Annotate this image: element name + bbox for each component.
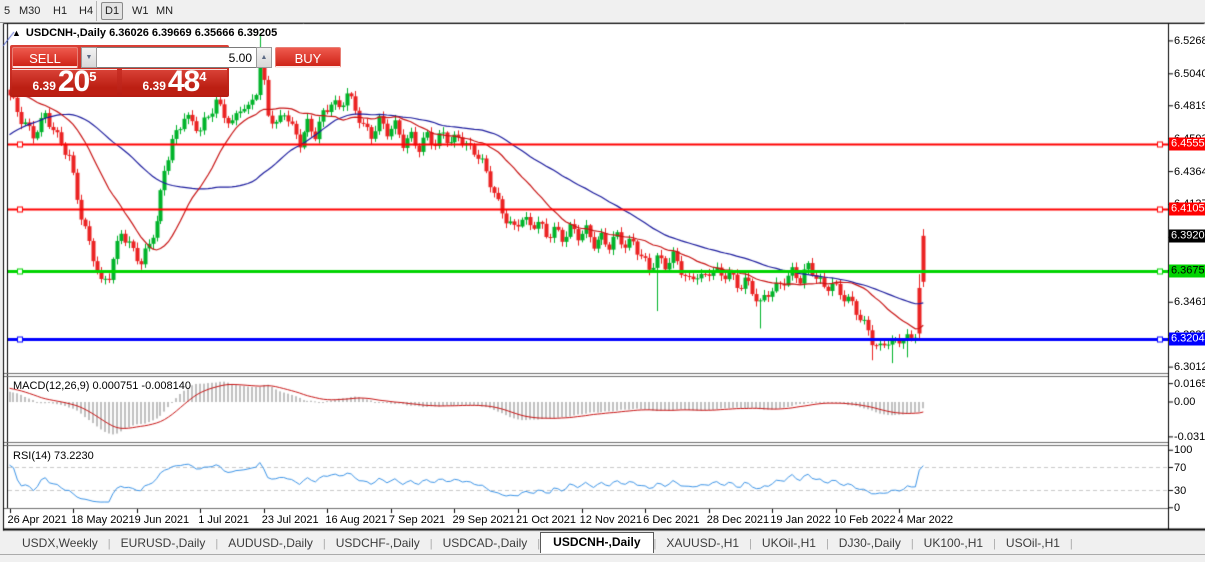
chart-title: ▲ USDCNH-,Daily 6.36026 6.39669 6.35666 6… bbox=[12, 27, 277, 39]
tab-usdchf-daily[interactable]: USDCHF-,Daily bbox=[326, 534, 430, 553]
price-axis-tick: 6.30125 bbox=[1174, 361, 1205, 374]
tab-ukoil-h1[interactable]: UKOil-,H1 bbox=[752, 534, 826, 553]
price-axis-tick: 6.34610 bbox=[1174, 296, 1205, 309]
price-axis-tick: 6.50405 bbox=[1174, 67, 1205, 80]
timeframe-button-w1[interactable]: W1 bbox=[129, 3, 152, 19]
macd-label: MACD(12,26,9) 0.000751 -0.008140 bbox=[13, 380, 191, 392]
rsi-axis-tick: 100 bbox=[1174, 444, 1193, 457]
tab-usoil-h1[interactable]: USOil-,H1 bbox=[996, 534, 1070, 553]
date-axis-label: 26 Apr 2021 bbox=[7, 514, 67, 526]
sell-price-sup: 5 bbox=[89, 69, 97, 84]
timeframe-button-h1[interactable]: H1 bbox=[50, 3, 70, 19]
chart-ohlc-values: 6.36026 6.39669 6.35666 6.39205 bbox=[109, 27, 278, 39]
date-axis-label: 16 Aug 2021 bbox=[325, 514, 388, 526]
tab-audusd-daily[interactable]: AUDUSD-,Daily bbox=[218, 534, 323, 553]
macd-axis-tick: -0.03142 bbox=[1174, 430, 1205, 443]
timeframe-button-5[interactable]: 5 bbox=[1, 3, 13, 19]
volume-increase-button[interactable]: ▲ bbox=[256, 47, 272, 68]
level-price-label: 6.45555 bbox=[1169, 137, 1205, 151]
price-axis-tick: 6.52680 bbox=[1174, 34, 1205, 47]
sell-price-big: 20 bbox=[57, 65, 90, 98]
timeframe-button-m30[interactable]: M30 bbox=[16, 3, 43, 19]
date-axis-label: 4 Mar 2022 bbox=[897, 514, 954, 526]
timeframe-button-h4[interactable]: H4 bbox=[76, 3, 96, 19]
timeframe-button-d1[interactable]: D1 bbox=[101, 2, 124, 20]
toolbar-separator bbox=[96, 1, 97, 21]
date-axis-label: 21 Oct 2021 bbox=[516, 514, 576, 526]
rsi-name: RSI(14) bbox=[13, 450, 51, 462]
sell-price-box[interactable]: 6.39 20 5 bbox=[12, 65, 117, 98]
macd-name: MACD(12,26,9) bbox=[13, 380, 90, 392]
macd-values: 0.000751 -0.008140 bbox=[92, 380, 191, 392]
date-axis-label: 1 Jul 2021 bbox=[198, 514, 249, 526]
current-price-label: 6.39205 bbox=[1169, 229, 1205, 243]
level-price-label: 6.32045 bbox=[1169, 332, 1205, 346]
tab-usdx-weekly[interactable]: USDX,Weekly bbox=[12, 534, 108, 553]
buy-price-big: 48 bbox=[167, 65, 200, 98]
timeframe-button-mn[interactable]: MN bbox=[153, 3, 176, 19]
date-axis-label: 23 Jul 2021 bbox=[261, 514, 319, 526]
macd-axis-tick: 0.01658 bbox=[1174, 377, 1205, 390]
date-axis-label: 6 Dec 2021 bbox=[643, 514, 700, 526]
tab-eurusd-daily[interactable]: EURUSD-,Daily bbox=[111, 534, 216, 553]
price-axis-tick: 6.43645 bbox=[1174, 165, 1205, 178]
buy-button[interactable]: BUY bbox=[275, 47, 341, 68]
macd-axis-tick: 0.00 bbox=[1174, 396, 1196, 408]
sell-price-base: 6.39 bbox=[32, 79, 56, 93]
chart-symbol-label: USDCNH-,Daily bbox=[25, 27, 106, 39]
date-axis-label: 18 May 2021 bbox=[71, 514, 135, 526]
buy-price-box[interactable]: 6.39 48 4 bbox=[122, 65, 227, 98]
level-price-label: 6.41052 bbox=[1169, 202, 1205, 216]
tab-usdcad-daily[interactable]: USDCAD-,Daily bbox=[433, 534, 538, 553]
date-axis-label: 10 Feb 2022 bbox=[833, 514, 896, 526]
rsi-value: 73.2230 bbox=[53, 450, 94, 462]
buy-price-sup: 4 bbox=[199, 69, 207, 84]
tab-xauusd-h1[interactable]: XAUUSD-,H1 bbox=[656, 534, 749, 553]
tab-dj30-daily[interactable]: DJ30-,Daily bbox=[829, 534, 911, 553]
rsi-axis-tick: 0 bbox=[1174, 501, 1181, 514]
date-axis-label: 9 Jun 2021 bbox=[134, 514, 190, 526]
date-axis-label: 28 Dec 2021 bbox=[706, 514, 770, 526]
level-price-label: 6.36753 bbox=[1169, 264, 1205, 278]
tab-uk100-h1[interactable]: UK100-,H1 bbox=[914, 534, 993, 553]
date-axis-label: 12 Nov 2021 bbox=[579, 514, 642, 526]
chart-arrow-icon: ▲ bbox=[12, 28, 21, 38]
rsi-label: RSI(14) 73.2230 bbox=[13, 450, 94, 462]
one-click-trade-panel: SELL ▼ ▲ BUY 6.39 20 5 6.39 48 4 bbox=[10, 45, 341, 98]
chart-tab-bar: USDX,Weekly | EURUSD-,Daily | AUDUSD-,Daily |… bbox=[0, 532, 1205, 553]
rsi-axis-tick: 30 bbox=[1174, 484, 1187, 497]
date-axis-label: 7 Sep 2021 bbox=[388, 514, 446, 526]
buy-price-base: 6.39 bbox=[142, 79, 166, 93]
date-axis-label: 19 Jan 2022 bbox=[770, 514, 831, 526]
rsi-axis-tick: 70 bbox=[1174, 461, 1187, 474]
timeframe-toolbar: 5 M30 H1 H4 D1 W1 MN bbox=[0, 0, 1205, 23]
tab-separator: | bbox=[1069, 538, 1073, 550]
price-axis-tick: 6.48195 bbox=[1174, 99, 1205, 112]
date-axis-label: 29 Sep 2021 bbox=[452, 514, 515, 526]
tab-usdcnh-daily[interactable]: USDCNH-,Daily bbox=[540, 532, 654, 553]
